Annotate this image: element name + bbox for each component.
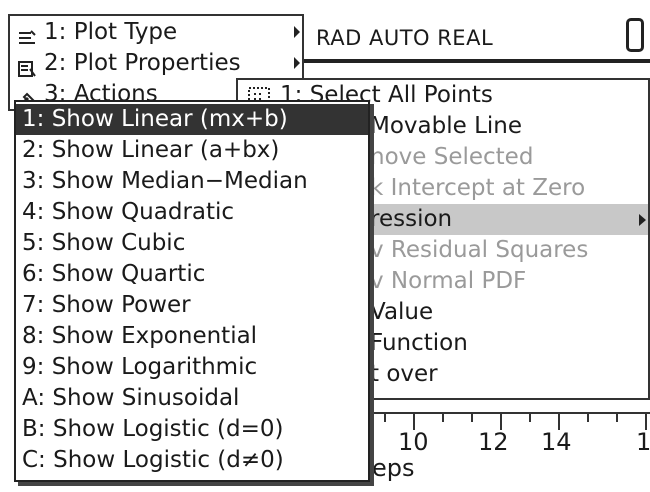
submenu-arrow-icon	[294, 57, 300, 69]
menu-item-show-logarithmic[interactable]: 9: Show Logarithmic	[16, 352, 368, 383]
menu-item-label: C: Show Logistic (d≠0)	[22, 447, 284, 473]
menu-item-show-logistic-dne0[interactable]: C: Show Logistic (d≠0)	[16, 445, 368, 476]
menu-item-label: A: Show Sinusoidal	[22, 385, 240, 411]
menu-item-label: 8: Show Exponential	[22, 323, 258, 349]
menu-item-label: v Normal PDF	[370, 268, 527, 294]
menu-item-label: v Residual Squares	[370, 237, 589, 263]
axis-tick	[442, 412, 444, 422]
x-axis	[370, 412, 650, 414]
plot-properties-icon	[18, 54, 36, 77]
menu-item-show-quadratic[interactable]: 4: Show Quadratic	[16, 197, 368, 228]
menu-item-label: 3: Show Median−Median	[22, 168, 308, 194]
axis-tick-label: 14	[541, 428, 572, 456]
axis-tick	[529, 412, 531, 422]
menu-item-label: 5: Show Cubic	[22, 230, 186, 256]
menu-item-label: Movable Line	[370, 113, 523, 139]
menu-item-show-exponential[interactable]: 8: Show Exponential	[16, 321, 368, 352]
battery-icon	[626, 18, 644, 52]
axis-tick	[587, 412, 589, 422]
menu-item-label: 2: Show Linear (a+bx)	[22, 137, 280, 163]
menu-item-label: 1: Plot Type	[44, 19, 178, 45]
menu-item-label: ression	[370, 206, 453, 232]
menu-item-label: 7: Show Power	[22, 292, 191, 318]
submenu-arrow-icon	[294, 26, 300, 38]
menu-item-label: Value	[370, 299, 434, 325]
status-divider	[302, 59, 650, 63]
axis-tick	[616, 412, 618, 422]
menu-item-label: nove Selected	[370, 144, 534, 170]
axis-tick	[384, 412, 386, 422]
axis-tick	[471, 412, 473, 422]
menu-item-label: 4: Show Quadratic	[22, 199, 235, 225]
regression-submenu: 1: Show Linear (mx+b) 2: Show Linear (a+…	[14, 100, 370, 482]
axis-tick-label: 12	[478, 428, 509, 456]
menu-item-show-cubic[interactable]: 5: Show Cubic	[16, 228, 368, 259]
menu-item-show-sinusoidal[interactable]: A: Show Sinusoidal	[16, 383, 368, 414]
menu-item-show-linear-mxb[interactable]: 1: Show Linear (mx+b)	[16, 104, 368, 135]
actions-icon	[18, 85, 36, 108]
axis-title: eps	[372, 454, 415, 482]
submenu-arrow-icon	[639, 214, 646, 226]
menu-item-label: 2: Plot Properties	[44, 50, 241, 76]
menu-item-show-logistic-d0[interactable]: B: Show Logistic (d=0)	[16, 414, 368, 445]
menu-item-label: t over	[370, 361, 438, 387]
menu-item-show-linear-abx[interactable]: 2: Show Linear (a+bx)	[16, 135, 368, 166]
menu-item-label: Function	[370, 330, 468, 356]
menu-item-plot-type[interactable]: 1: Plot Type	[10, 16, 302, 48]
menu-item-label: 1: Show Linear (mx+b)	[22, 106, 288, 132]
plot-type-icon	[18, 23, 36, 44]
menu-item-show-quartic[interactable]: 6: Show Quartic	[16, 259, 368, 290]
menu-item-show-median-median[interactable]: 3: Show Median−Median	[16, 166, 368, 197]
menu-item-label: 9: Show Logarithmic	[22, 354, 258, 380]
axis-tick-label: 1	[636, 428, 650, 456]
menu-item-label: 6: Show Quartic	[22, 261, 206, 287]
status-bar-text: RAD AUTO REAL	[316, 26, 494, 50]
axis-tick-label: 10	[398, 428, 429, 456]
menu-item-label: B: Show Logistic (d=0)	[22, 416, 284, 442]
menu-item-show-power[interactable]: 7: Show Power	[16, 290, 368, 321]
menu-item-label: k Intercept at Zero	[370, 175, 586, 201]
menu-item-plot-properties[interactable]: 2: Plot Properties	[10, 47, 302, 79]
